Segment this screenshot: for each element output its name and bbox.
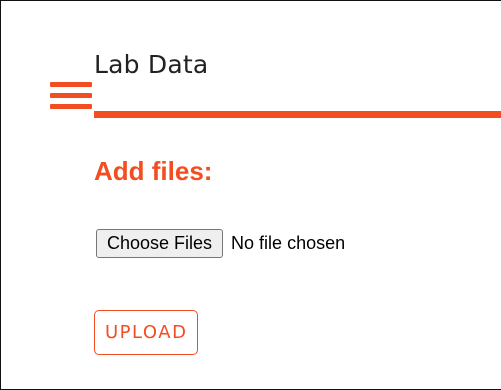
upload-button[interactable]: UPLOAD (94, 310, 199, 355)
menu-bar-bottom (50, 104, 92, 109)
hamburger-menu-icon[interactable] (50, 82, 92, 116)
app-frame: Lab Data Add files: Choose Files No file… (0, 0, 501, 390)
page-title: Lab Data (94, 50, 209, 79)
choose-files-button[interactable]: Choose Files (96, 229, 224, 258)
menu-bar-top (50, 82, 92, 87)
header-divider (94, 111, 501, 118)
file-status-text: No file chosen (231, 233, 346, 253)
add-files-heading: Add files: (94, 156, 213, 186)
menu-bar-middle (50, 93, 92, 98)
file-input[interactable]: Choose Files No file chosen (96, 229, 345, 258)
